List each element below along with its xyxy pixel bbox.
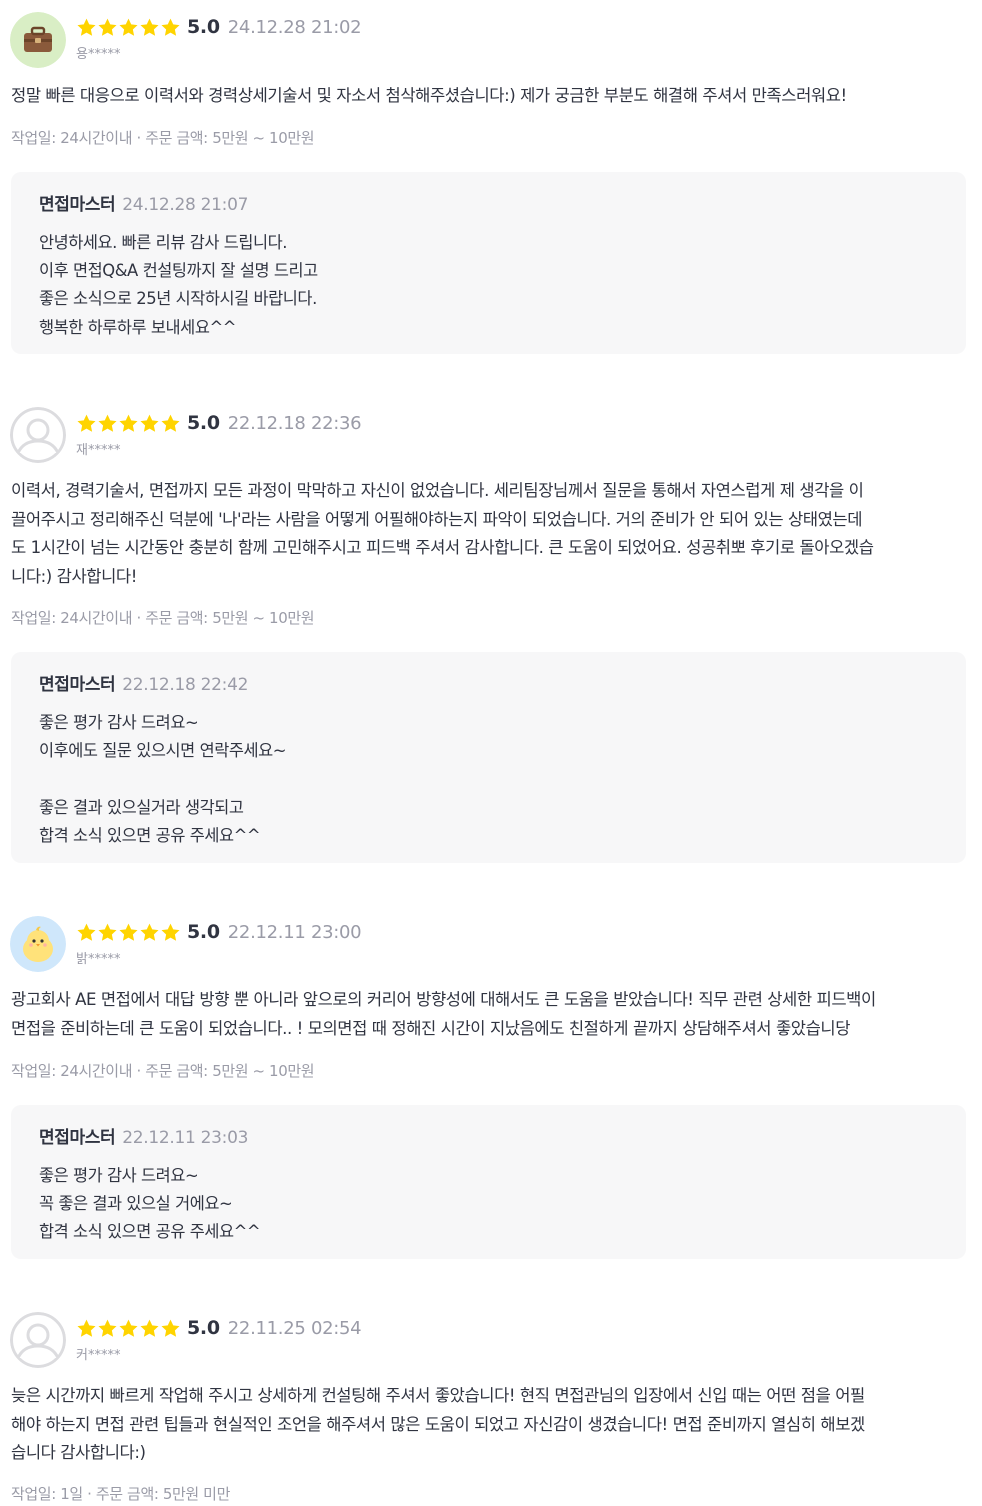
reviewer-name: 용***** xyxy=(76,47,121,62)
review-date: 22.11.25 02:54 xyxy=(227,1317,362,1339)
review-date: 22.12.11 23:00 xyxy=(227,921,362,943)
reviewer-name: 재***** xyxy=(76,443,121,458)
star-icon xyxy=(118,1318,139,1339)
review-text: 광고회사 AE 면접에서 대답 방향 뿐 아니라 앞으로의 커리어 방향성에 대… xyxy=(11,990,876,1038)
rating-score: 5.0 xyxy=(187,16,220,38)
star-icon xyxy=(97,922,118,943)
review-header: 5.0 24.12.28 21:02 xyxy=(76,13,362,41)
star-icon xyxy=(160,922,181,943)
star-icon xyxy=(118,413,139,434)
rating-score: 5.0 xyxy=(187,1317,220,1339)
rating-score: 5.0 xyxy=(187,412,220,434)
review-meta: 작업일: 24시간이내 · 주문 금액: 5만원 ~ 10만원 xyxy=(11,609,315,627)
seller-reply: 면접마스터 22.12.18 22:42 좋은 평가 감사 드려요~ 이후에도 … xyxy=(11,652,966,863)
rating-stars xyxy=(76,1318,181,1339)
briefcase-avatar[interactable] xyxy=(10,12,66,68)
default-user-avatar[interactable] xyxy=(10,1312,66,1368)
star-icon xyxy=(139,413,160,434)
review-date: 24.12.28 21:02 xyxy=(227,16,362,38)
reply-text: 좋은 평가 감사 드려요~ 꼭 좋은 결과 있으실 거에요~ 합격 소식 있으면… xyxy=(39,1166,261,1242)
reply-author: 면접마스터 xyxy=(39,195,116,215)
review-meta: 작업일: 24시간이내 · 주문 금액: 5만원 ~ 10만원 xyxy=(11,129,315,147)
star-icon xyxy=(139,1318,160,1339)
star-icon xyxy=(139,17,160,38)
review-text: 정말 빠른 대응으로 이력서와 경력상세기술서 및 자소서 첨삭해주셨습니다:)… xyxy=(11,86,847,105)
review-text: 이력서, 경력기술서, 면접까지 모든 과정이 막막하고 자신이 없었습니다. … xyxy=(11,481,874,586)
star-icon xyxy=(76,17,97,38)
reply-author: 면접마스터 xyxy=(39,1128,116,1148)
review-date: 22.12.18 22:36 xyxy=(227,412,362,434)
star-icon xyxy=(160,17,181,38)
star-icon xyxy=(118,17,139,38)
reply-date: 22.12.18 22:42 xyxy=(122,675,249,695)
default-user-avatar[interactable] xyxy=(10,407,66,463)
star-icon xyxy=(160,413,181,434)
star-icon xyxy=(97,1318,118,1339)
review-header: 5.0 22.12.18 22:36 xyxy=(76,409,362,437)
review-meta: 작업일: 1일 · 주문 금액: 5만원 미만 xyxy=(11,1485,230,1503)
star-icon xyxy=(76,922,97,943)
review-header: 5.0 22.12.11 23:00 xyxy=(76,918,362,946)
rating-stars xyxy=(76,922,181,943)
star-icon xyxy=(76,413,97,434)
star-icon xyxy=(97,413,118,434)
chick-avatar[interactable] xyxy=(10,916,66,972)
review-meta: 작업일: 24시간이내 · 주문 금액: 5만원 ~ 10만원 xyxy=(11,1062,315,1080)
star-icon xyxy=(97,17,118,38)
rating-stars xyxy=(76,413,181,434)
reply-text: 안녕하세요. 빠른 리뷰 감사 드립니다. 이후 면접Q&A 컨설팅까지 잘 설… xyxy=(39,233,318,337)
reply-text: 좋은 평가 감사 드려요~ 이후에도 질문 있으시면 연락주세요~ 좋은 결과 … xyxy=(39,713,287,845)
star-icon xyxy=(160,1318,181,1339)
reply-header: 면접마스터 22.12.11 23:03 xyxy=(39,1123,248,1148)
rating-score: 5.0 xyxy=(187,921,220,943)
seller-reply: 면접마스터 24.12.28 21:07 안녕하세요. 빠른 리뷰 감사 드립니… xyxy=(11,172,966,354)
star-icon xyxy=(76,1318,97,1339)
star-icon xyxy=(139,922,160,943)
reply-date: 24.12.28 21:07 xyxy=(122,195,249,215)
rating-stars xyxy=(76,17,181,38)
star-icon xyxy=(118,922,139,943)
review-header: 5.0 22.11.25 02:54 xyxy=(76,1314,362,1342)
reply-author: 면접마스터 xyxy=(39,675,116,695)
reviewer-name: 커***** xyxy=(76,1348,121,1363)
reply-header: 면접마스터 24.12.28 21:07 xyxy=(39,190,248,215)
seller-reply: 면접마스터 22.12.11 23:03 좋은 평가 감사 드려요~ 꼭 좋은 … xyxy=(11,1105,966,1259)
reply-header: 면접마스터 22.12.18 22:42 xyxy=(39,670,248,695)
reply-date: 22.12.11 23:03 xyxy=(122,1128,249,1148)
review-text: 늦은 시간까지 빠르게 작업해 주시고 상세하게 컨설팅해 주셔서 좋았습니다!… xyxy=(11,1386,865,1462)
reviewer-name: 밝***** xyxy=(76,952,121,967)
